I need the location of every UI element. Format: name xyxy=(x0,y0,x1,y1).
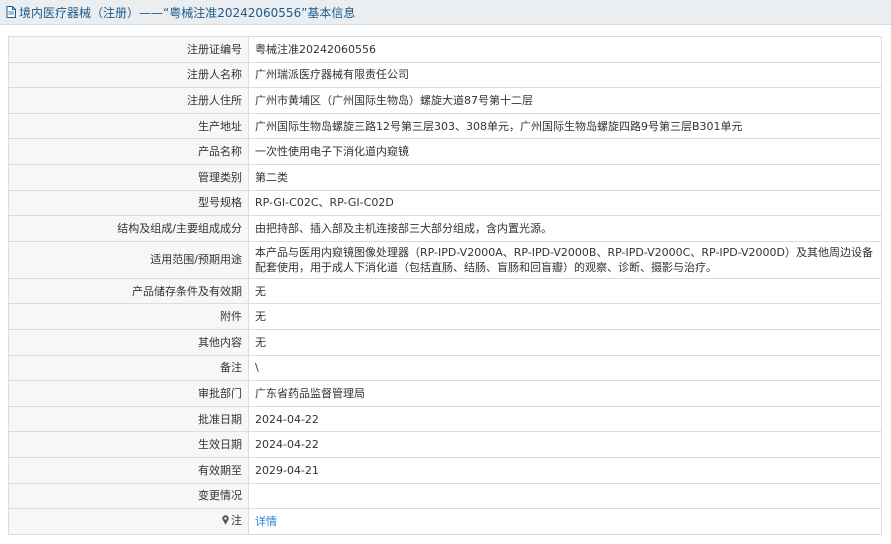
row-value: RP-GI-C02C、RP-GI-C02D xyxy=(248,189,882,217)
row-label: 适用范围/预期用途 xyxy=(8,240,249,279)
table-row: 生产地址 广州国际生物岛螺旋三路12号第三层303、308单元，广州国际生物岛螺旋… xyxy=(8,112,882,140)
table-row: 结构及组成/主要组成成分 由把持部、插入部及主机连接部三大部分组成，含内置光源。 xyxy=(8,215,882,242)
row-value xyxy=(248,482,882,510)
table-row: 适用范围/预期用途 本产品与医用内窥镜图像处理器（RP-IPD-V2000A、RP… xyxy=(8,240,882,279)
row-label: 管理类别 xyxy=(8,163,249,191)
row-label: 注册人名称 xyxy=(8,61,249,89)
page-header: 境内医疗器械（注册）——“粤械注准20242060556”基本信息 xyxy=(0,0,891,25)
row-value: 本产品与医用内窥镜图像处理器（RP-IPD-V2000A、RP-IPD-V200… xyxy=(248,240,882,279)
row-value: 第二类 xyxy=(248,163,882,191)
row-label: 型号规格 xyxy=(8,189,249,217)
table-row: 产品名称 一次性使用电子下消化道内窥镜 xyxy=(8,138,882,165)
row-label: 备注 xyxy=(8,354,249,382)
row-value: 2024-04-22 xyxy=(248,431,882,458)
table-row: 有效期至 2029-04-21 xyxy=(8,456,882,484)
row-value: 2024-04-22 xyxy=(248,405,882,433)
row-value: 由把持部、插入部及主机连接部三大部分组成，含内置光源。 xyxy=(248,215,882,242)
row-value: 一次性使用电子下消化道内窥镜 xyxy=(248,138,882,165)
row-label: 生产地址 xyxy=(8,112,249,140)
row-value: 2029-04-21 xyxy=(248,456,882,484)
row-label: 注册人住所 xyxy=(8,87,249,114)
row-label: 附件 xyxy=(8,303,249,330)
table-row: 附件无 xyxy=(8,303,882,330)
table-row-note: 注 详情 xyxy=(8,508,882,535)
row-value: 无 xyxy=(248,277,882,305)
pin-icon xyxy=(221,514,230,529)
table-row: 注册人住所 广州市黄埔区（广州国际生物岛）螺旋大道87号第十二层 xyxy=(8,87,882,114)
table-row: 变更情况 xyxy=(8,482,882,510)
table-row: 注册证编号 粤械注准20242060556 xyxy=(8,36,882,63)
table-row: 产品储存条件及有效期无 xyxy=(8,277,882,305)
table-row: 型号规格 RP-GI-C02C、RP-GI-C02D xyxy=(8,189,882,217)
row-label: 产品储存条件及有效期 xyxy=(8,277,249,305)
table-row: 其他内容无 xyxy=(8,328,882,356)
table-row: 审批部门 广东省药品监督管理局 xyxy=(8,380,882,407)
page-title: 境内医疗器械（注册）——“粤械注准20242060556”基本信息 xyxy=(19,5,356,20)
details-link[interactable]: 详情 xyxy=(255,515,277,528)
row-value: 无 xyxy=(248,328,882,356)
row-label: 生效日期 xyxy=(8,431,249,458)
row-label: 结构及组成/主要组成成分 xyxy=(8,215,249,242)
row-label: 批准日期 xyxy=(8,405,249,433)
info-table: 注册证编号 粤械注准20242060556 注册人名称 广州瑞派医疗器械有限责任公司… xyxy=(8,36,882,535)
row-value: 粤械注准20242060556 xyxy=(248,36,882,63)
table-row: 生效日期 2024-04-22 xyxy=(8,431,882,458)
row-label: 审批部门 xyxy=(8,380,249,407)
row-label: 产品名称 xyxy=(8,138,249,165)
row-value: 广州国际生物岛螺旋三路12号第三层303、308单元，广州国际生物岛螺旋四路9号… xyxy=(248,112,882,140)
table-row: 管理类别 第二类 xyxy=(8,163,882,191)
row-label: 有效期至 xyxy=(8,456,249,484)
row-label: 其他内容 xyxy=(8,328,249,356)
row-value: 无 xyxy=(248,303,882,330)
row-value: 广东省药品监督管理局 xyxy=(248,380,882,407)
note-label-cell: 注 xyxy=(8,508,249,535)
table-row: 批准日期 2024-04-22 xyxy=(8,405,882,433)
table-row: 备注 \ xyxy=(8,354,882,382)
row-label: 变更情况 xyxy=(8,482,249,510)
row-value: 广州瑞派医疗器械有限责任公司 xyxy=(248,61,882,89)
row-value: 广州市黄埔区（广州国际生物岛）螺旋大道87号第十二层 xyxy=(248,87,882,114)
document-icon xyxy=(6,6,16,18)
row-label: 注册证编号 xyxy=(8,36,249,63)
table-row: 注册人名称 广州瑞派医疗器械有限责任公司 xyxy=(8,61,882,89)
row-value: \ xyxy=(248,354,882,382)
note-label: 注 xyxy=(231,514,242,528)
note-value-cell: 详情 xyxy=(248,508,882,535)
